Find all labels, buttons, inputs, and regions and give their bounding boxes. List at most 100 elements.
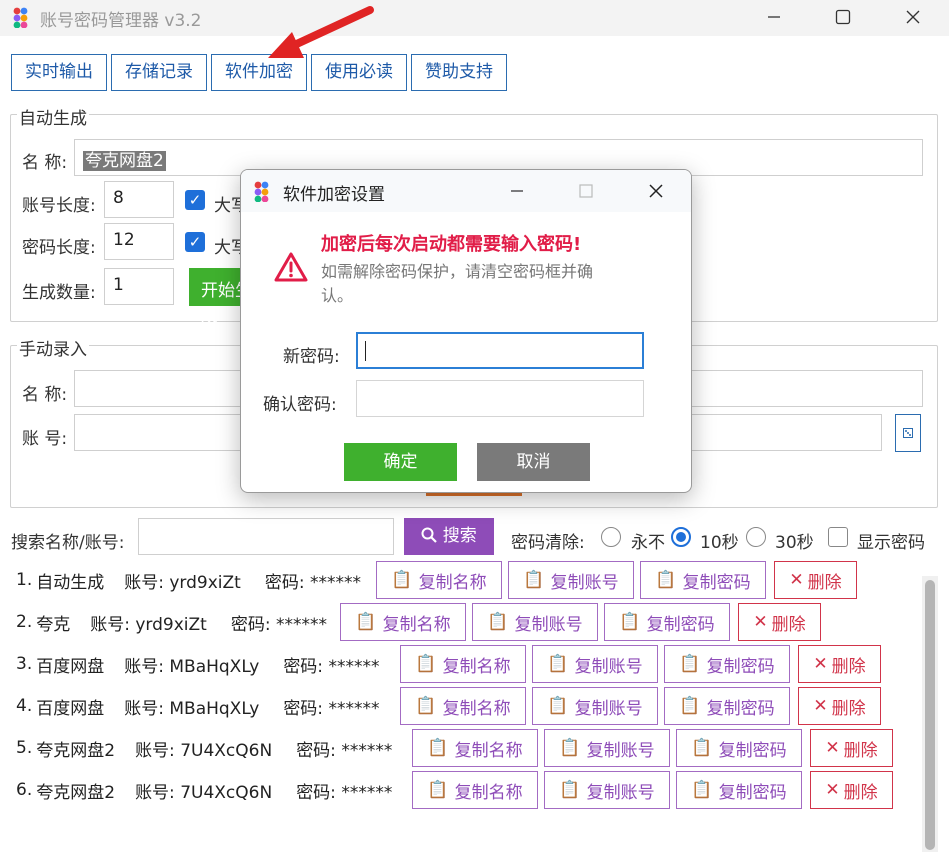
copy-name-button[interactable]: 📋 复制名称	[376, 561, 502, 599]
copy-account-label: 复制账号	[586, 740, 655, 761]
record-password: 密码: ******	[264, 572, 361, 593]
copy-password-button[interactable]: 📋 复制密码	[676, 771, 802, 809]
delete-button[interactable]: ✕ 删除	[810, 771, 893, 809]
copy-name-label: 复制名称	[382, 614, 451, 635]
copy-name-button[interactable]: 📋 复制名称	[412, 729, 538, 767]
copy-password-label: 复制密码	[646, 614, 715, 635]
copy-password-label: 复制密码	[718, 782, 787, 803]
clipboard-icon: 📋	[691, 738, 713, 758]
clipboard-icon: 📋	[427, 738, 449, 758]
manual-account-label: 账 号:	[22, 429, 68, 449]
generate-count-label: 生成数量:	[22, 283, 96, 303]
delete-button[interactable]: ✕ 删除	[738, 603, 821, 641]
password-length-input[interactable]: 12	[104, 223, 174, 260]
radio-10s-label: 10秒	[700, 533, 739, 553]
radio-10s[interactable]	[671, 527, 691, 547]
dialog-close-icon[interactable]	[639, 176, 673, 206]
manual-entry-title: 手动录入	[17, 335, 89, 360]
radio-30s[interactable]	[746, 527, 766, 547]
scrollbar-thumb[interactable]	[925, 580, 935, 850]
copy-account-button[interactable]: 📋 复制账号	[472, 603, 598, 641]
record-password: 密码: ******	[296, 740, 393, 761]
tab-sponsor[interactable]: 赞助支持	[411, 54, 507, 91]
show-password-label: 显示密码	[857, 533, 925, 553]
list-item: 2. 夸克 账号: yrd9xiZt 密码: ******	[16, 603, 327, 641]
uppercase-checkbox-1[interactable]: ✓	[185, 190, 205, 210]
dialog-minimize-icon[interactable]	[500, 176, 534, 206]
record-password: 密码: ******	[296, 782, 393, 803]
confirm-password-input[interactable]	[356, 380, 644, 417]
copy-name-button[interactable]: 📋 复制名称	[412, 771, 538, 809]
record-password: 密码: ******	[283, 656, 380, 677]
copy-password-label: 复制密码	[706, 698, 775, 719]
clipboard-icon: 📋	[679, 654, 701, 674]
copy-name-button[interactable]: 📋 复制名称	[400, 645, 526, 683]
record-password: 密码: ******	[230, 614, 327, 635]
record-account: 账号: yrd9xiZt	[90, 614, 207, 635]
minimize-icon[interactable]	[751, 0, 797, 34]
copy-account-button[interactable]: 📋 复制账号	[544, 771, 670, 809]
clipboard-icon: 📋	[691, 780, 713, 800]
account-length-label: 账号长度:	[22, 196, 96, 216]
record-account: 账号: 7U4XcQ6N	[135, 782, 273, 803]
password-length-label: 密码长度:	[22, 238, 96, 258]
new-password-input[interactable]	[356, 332, 644, 369]
ok-button[interactable]: 确定	[344, 443, 457, 481]
search-input[interactable]	[138, 518, 394, 555]
tab-realtime-output[interactable]: 实时输出	[11, 54, 107, 91]
copy-password-button[interactable]: 📋 复制密码	[640, 561, 766, 599]
close-icon[interactable]	[890, 0, 936, 34]
copy-password-button[interactable]: 📋 复制密码	[604, 603, 730, 641]
arrow-pointer-icon	[268, 6, 374, 58]
copy-account-button[interactable]: 📋 复制账号	[532, 687, 658, 725]
copy-password-label: 复制密码	[706, 656, 775, 677]
copy-account-button[interactable]: 📋 复制账号	[508, 561, 634, 599]
copy-account-label: 复制账号	[514, 614, 583, 635]
delete-button[interactable]: ✕ 删除	[810, 729, 893, 767]
maximize-icon[interactable]	[820, 0, 866, 34]
radio-never[interactable]	[601, 527, 621, 547]
record-index: 4.	[16, 696, 33, 716]
generate-count-input[interactable]: 1	[104, 268, 174, 305]
copy-account-button[interactable]: 📋 复制账号	[544, 729, 670, 767]
copy-name-label: 复制名称	[418, 572, 487, 593]
search-label: 搜索名称/账号:	[11, 533, 125, 553]
record-account: 账号: MBaHqXLy	[124, 656, 260, 677]
record-name: 自动生成	[36, 572, 105, 593]
x-icon: ✕	[825, 738, 840, 758]
record-account: 账号: 7U4XcQ6N	[135, 740, 273, 761]
cancel-button[interactable]: 取消	[477, 443, 590, 481]
app-logo-icon	[254, 181, 269, 202]
records-scrollbar[interactable]	[922, 576, 938, 852]
account-length-input[interactable]: 8	[104, 181, 174, 218]
copy-account-button[interactable]: 📋 复制账号	[532, 645, 658, 683]
tab-saved-records[interactable]: 存储记录	[111, 54, 207, 91]
auto-name-value: 夸克网盘2	[83, 151, 166, 171]
radio-never-label: 永不	[631, 533, 665, 553]
delete-button[interactable]: ✕ 删除	[798, 687, 881, 725]
clipboard-icon: 📋	[415, 696, 437, 716]
list-item: 4. 百度网盘 账号: MBaHqXLy 密码: ******	[16, 687, 379, 725]
x-icon: ✕	[789, 570, 804, 590]
delete-label: 删除	[831, 698, 866, 719]
x-icon: ✕	[813, 654, 828, 674]
search-button[interactable]: 搜索	[404, 518, 494, 555]
copy-name-button[interactable]: 📋 复制名称	[400, 687, 526, 725]
delete-button[interactable]: ✕ 删除	[774, 561, 857, 599]
x-icon: ✕	[753, 612, 768, 632]
copy-name-button[interactable]: 📋 复制名称	[340, 603, 466, 641]
copy-password-button[interactable]: 📋 复制密码	[664, 687, 790, 725]
record-name: 百度网盘	[36, 656, 105, 677]
clipboard-icon: 📋	[619, 612, 641, 632]
dialog-title: 软件加密设置	[283, 185, 385, 205]
dice-icon[interactable]	[895, 414, 921, 452]
copy-password-button[interactable]: 📋 复制密码	[676, 729, 802, 767]
auto-generate-title: 自动生成	[17, 104, 89, 129]
delete-button[interactable]: ✕ 删除	[798, 645, 881, 683]
warning-icon	[274, 252, 308, 282]
copy-password-button[interactable]: 📋 复制密码	[664, 645, 790, 683]
clipboard-icon: 📋	[487, 612, 509, 632]
show-password-checkbox[interactable]	[828, 527, 848, 547]
delete-label: 删除	[807, 572, 842, 593]
uppercase-checkbox-2[interactable]: ✓	[185, 232, 205, 252]
